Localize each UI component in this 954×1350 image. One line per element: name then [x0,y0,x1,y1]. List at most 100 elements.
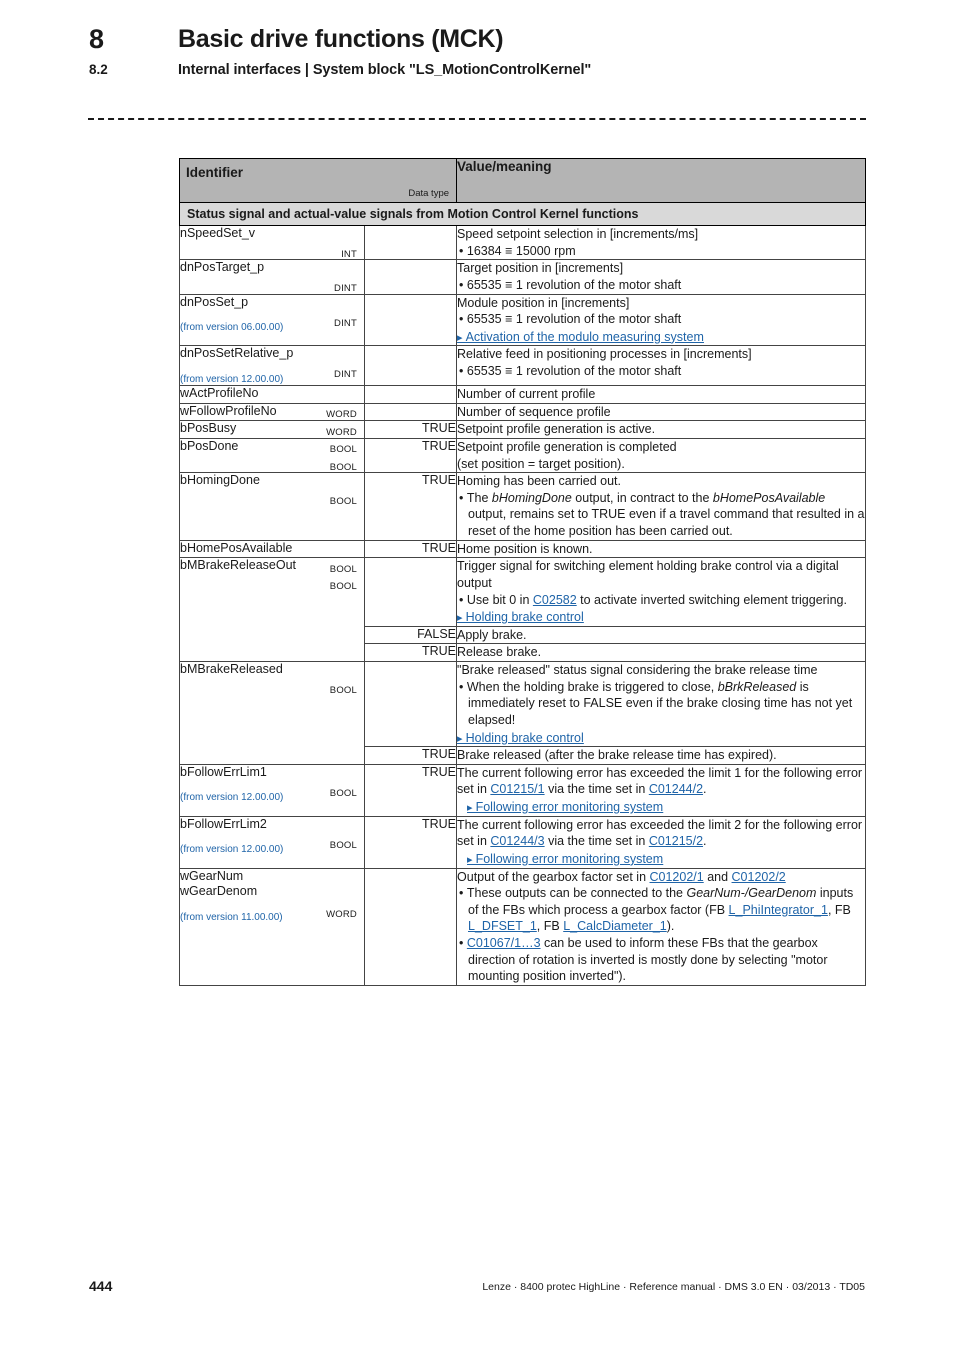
identifier-name: wActProfileNo [180,386,259,400]
cross-reference-link[interactable]: Activation of the modulo measuring syste… [457,329,865,346]
description-bullet: When the holding brake is triggered to c… [457,679,865,729]
description-cell: Home position is known. [456,539,867,559]
identifier-cell: wFollowProfileNo WORD [179,402,365,438]
identifier-cell: wGearNum wGearDenom WORD (from version 1… [179,867,365,986]
identifier-datatype: BOOL [329,839,357,851]
description-cell: Apply brake. [456,625,867,645]
section-number: 8.2 [89,62,108,77]
cross-reference-link[interactable]: Following error monitoring system [457,851,865,868]
function-block-link[interactable]: L_DFSET_1 [468,919,537,933]
identifier-cell: dnPosTarget_p DINT [179,259,365,295]
identifier-cell: bFollowErrLim1 BOOL (from version 12.00.… [179,763,365,817]
section-title: Internal interfaces | System block "LS_M… [178,62,592,78]
header-cell-identifier: Identifier Data type [178,158,458,203]
parameter-link[interactable]: C01067/1…3 [467,936,541,950]
description-cell: The current following error has exceeded… [456,815,867,869]
identifier-name: nSpeedSet_v [180,226,256,240]
parameter-link[interactable]: C01215/1 [490,782,544,796]
bullet-part: , FB [827,902,851,917]
description-cell: Trigger signal for switching element hol… [456,557,867,627]
parameter-link[interactable]: C02582 [533,593,577,607]
parameter-link[interactable]: C01244/3 [490,834,544,848]
identifier-cell: dnPosSet_p DINT (from version 06.00.00) [179,293,365,347]
table-row: wFollowProfileNo WORD Number of sequence… [179,402,867,438]
description-text: Setpoint profile generation is completed [457,439,677,454]
text-part: . [703,834,707,849]
identifier-cell: bHomePosAvailable BOOL [179,539,365,575]
section-line: 8.2 Internal interfaces | System block "… [0,62,954,84]
function-block-link[interactable]: L_CalcDiameter_1 [563,919,667,933]
description-cell: Speed setpoint selection in [increments/… [456,224,867,261]
identifier-name: bPosDone [180,438,239,453]
cross-reference-link[interactable]: Following error monitoring system [457,799,865,816]
header-divider [88,118,866,120]
bullet-emphasis: bHomingDone [491,490,572,505]
identifier-name: bMBrakeReleaseOut [180,558,297,573]
description-bullet: 16384 ≡ 15000 rpm [457,243,865,260]
identifier-name: dnPosSetRelative_p [180,346,294,361]
identifier-name: bFollowErrLim1 [180,764,267,779]
chapter-line: 8 Basic drive functions (MCK) [0,24,954,62]
bool-value-cell: TRUE [363,815,458,869]
table-section-band-row: Status signal and actual-value signals f… [178,202,867,226]
text-part: . [703,782,707,797]
table-row: bPosBusy BOOL TRUE Setpoint profile gene… [179,420,867,455]
table-row: nSpeedSet_v INT Speed setpoint selection… [179,224,867,261]
identifier-cell: bMBrakeReleaseOut BOOL [179,557,365,662]
parameter-link[interactable]: C01202/2 [732,870,786,884]
cross-reference-label: Following error monitoring system [475,851,664,866]
cross-reference-label: Activation of the modulo measuring syste… [465,329,704,344]
parameter-link[interactable]: C01215/2 [649,834,703,848]
identifier-datatype: BOOL [329,581,357,593]
bullet-part: Use bit 0 in [466,592,533,607]
description-cell: Homing has been carried out. The bHoming… [456,472,867,541]
identifier-name: dnPosTarget_p [180,260,265,275]
bool-value-cell: TRUE [363,437,458,474]
cross-reference-label: Holding brake control [465,730,584,745]
identifier-name: bMBrakeReleased [180,662,283,676]
description-cell: Release brake. [456,643,867,662]
description-cell: Relative feed in positioning processes i… [456,345,867,386]
bullet-emphasis: GearNum-/GearDenom [686,886,817,901]
column-header-value-meaning: Value/meaning [456,158,867,203]
bool-value-cell: TRUE [363,746,458,765]
cross-reference-link[interactable]: Holding brake control [457,609,865,626]
table-section-band: Status signal and actual-value signals f… [178,202,867,226]
cross-reference-link[interactable]: Holding brake control [457,730,865,747]
identifier-name: bHomePosAvailable [180,540,293,555]
description-text: Number of sequence profile [457,404,611,419]
identifier-name: bPosBusy [180,421,237,436]
identifier-cell: nSpeedSet_v INT [179,224,365,261]
cross-reference-label: Following error monitoring system [475,800,664,814]
cross-reference-label: Holding brake control [465,610,584,625]
description-cell: "Brake released" status signal consideri… [456,660,867,748]
bool-value-cell: TRUE [363,420,458,439]
bullet-part: to activate inverted switching element t… [576,592,847,607]
description-text: "Brake released" status signal consideri… [457,663,818,677]
description-bullet: 65535 ≡ 1 revolution of the motor shaft [457,363,865,380]
identifier-cell: bPosBusy BOOL [179,420,365,455]
function-block-link[interactable]: L_PhiIntegrator_1 [729,903,828,917]
description-text: Trigger signal for switching element hol… [457,559,839,590]
description-text: The current following error has exceeded… [457,765,865,798]
parameter-link[interactable]: C01244/2 [649,782,703,796]
description-cell: Number of current profile [456,385,867,404]
table-header-row: Identifier Data type Value/meaning [178,158,867,203]
bullet-part: When the holding brake is triggered to c… [466,679,718,694]
description-text: Output of the gearbox factor set in C012… [457,869,865,886]
identifier-name: bFollowErrLim2 [180,816,267,831]
column-header-datatype: Data type [408,188,450,199]
identifier-cell: dnPosSetRelative_p DINT (from version 12… [179,345,365,386]
bullet-part: These outputs can be connected to the [466,886,687,901]
identifier-datatype: BOOL [329,787,357,799]
table-row: bMBrakeReleaseOut BOOL Trigger signal fo… [179,557,867,662]
bullet-emphasis: bHomePosAvailable [712,490,826,505]
text-part: Output of the gearbox factor set in [457,869,650,884]
footer-imprint: Lenze · 8400 protec HighLine · Reference… [482,1281,865,1293]
table-row: dnPosSetRelative_p DINT (from version 12… [179,345,867,386]
bullet-part: The [466,490,492,505]
bool-value-cell: TRUE [363,539,458,559]
identifier-datatype: DINT [334,369,357,381]
parameter-link[interactable]: C01202/1 [650,870,704,884]
bool-value-cell [363,224,458,261]
